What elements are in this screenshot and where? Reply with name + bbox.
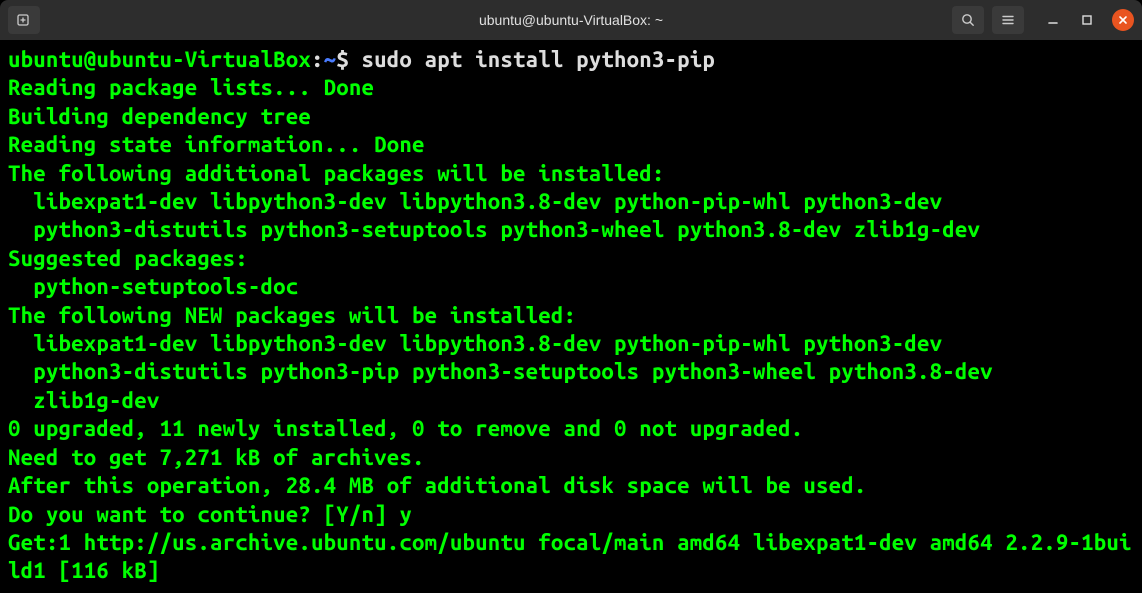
output-line: python-setuptools-doc xyxy=(8,274,298,299)
output-line: After this operation, 28.4 MB of additio… xyxy=(8,473,867,498)
output-line: Reading package lists... Done xyxy=(8,75,374,100)
menu-button[interactable] xyxy=(992,6,1024,34)
new-tab-icon xyxy=(16,12,32,28)
hamburger-icon xyxy=(1000,12,1016,28)
prompt-colon: : xyxy=(311,47,324,72)
titlebar-right xyxy=(952,6,1134,34)
output-line: libexpat1-dev libpython3-dev libpython3.… xyxy=(8,189,942,214)
output-line: The following additional packages will b… xyxy=(8,161,665,186)
output-line: Get:1 http://us.archive.ubuntu.com/ubunt… xyxy=(8,530,1132,583)
close-icon xyxy=(1117,14,1129,26)
terminal-window: ubuntu@ubuntu-VirtualBox: ~ xyxy=(0,0,1142,593)
output-line: Reading state information... Done xyxy=(8,132,425,157)
maximize-icon xyxy=(1081,14,1093,26)
command-text: sudo apt install python3-pip xyxy=(362,47,716,72)
titlebar: ubuntu@ubuntu-VirtualBox: ~ xyxy=(0,0,1142,40)
window-controls xyxy=(1044,9,1134,31)
titlebar-left xyxy=(8,6,40,34)
new-tab-button[interactable] xyxy=(8,6,40,34)
close-button[interactable] xyxy=(1112,9,1134,31)
maximize-button[interactable] xyxy=(1078,11,1096,29)
output-line: Suggested packages: xyxy=(8,246,248,271)
output-line: zlib1g-dev xyxy=(8,388,160,413)
prompt-path: ~ xyxy=(324,47,337,72)
search-button[interactable] xyxy=(952,6,984,34)
output-line: Do you want to continue? [Y/n] y xyxy=(8,502,412,527)
output-line: Building dependency tree xyxy=(8,104,311,129)
minimize-icon xyxy=(1047,14,1059,26)
prompt-user-host: ubuntu@ubuntu-VirtualBox xyxy=(8,47,311,72)
window-title: ubuntu@ubuntu-VirtualBox: ~ xyxy=(479,12,663,28)
output-line: libexpat1-dev libpython3-dev libpython3.… xyxy=(8,331,942,356)
search-icon xyxy=(960,12,976,28)
output-line: The following NEW packages will be insta… xyxy=(8,303,576,328)
terminal-content[interactable]: ubuntu@ubuntu-VirtualBox:~$ sudo apt ins… xyxy=(0,40,1142,593)
output-line: Need to get 7,271 kB of archives. xyxy=(8,445,425,470)
minimize-button[interactable] xyxy=(1044,11,1062,29)
output-line: python3-distutils python3-setuptools pyt… xyxy=(8,217,980,242)
output-line: 0 upgraded, 11 newly installed, 0 to rem… xyxy=(8,416,803,441)
output-line: python3-distutils python3-pip python3-se… xyxy=(8,359,993,384)
prompt-dollar: $ xyxy=(336,47,361,72)
